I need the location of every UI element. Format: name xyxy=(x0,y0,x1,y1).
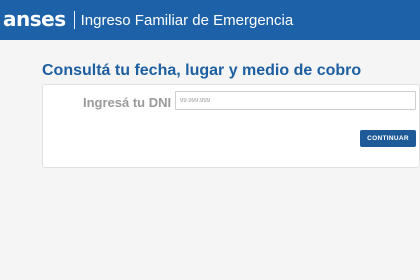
header-title: Ingreso Familiar de Emergencia xyxy=(80,11,294,29)
header-bar: anses Ingreso Familiar de Emergencia xyxy=(0,0,420,40)
anses-logo[interactable]: anses xyxy=(3,7,66,31)
continue-button[interactable]: CONTINUAR xyxy=(360,130,416,147)
page-title: Consultá tu fecha, lugar y medio de cobr… xyxy=(42,62,362,79)
header-divider xyxy=(73,11,75,29)
dni-input[interactable] xyxy=(175,91,416,110)
dni-label: Ingresá tu DNI xyxy=(83,95,172,110)
dni-form-card: Ingresá tu DNI CONTINUAR xyxy=(42,84,420,168)
